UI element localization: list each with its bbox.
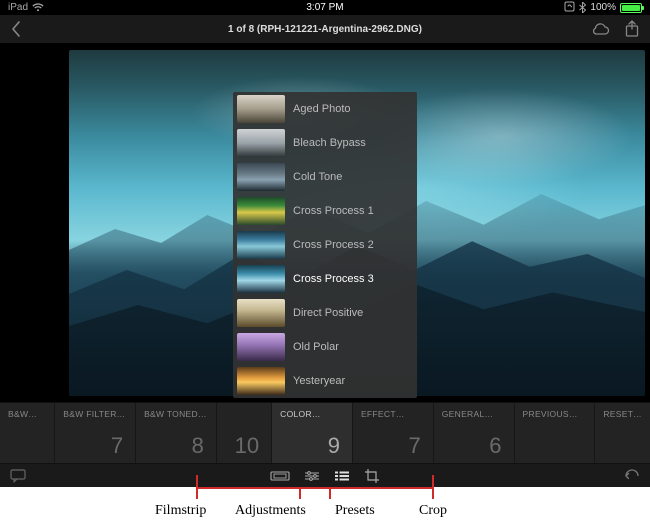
app-header: 1 of 8 (RPH-121221-Argentina-2962.DNG) (0, 15, 650, 43)
filmstrip-icon[interactable] (270, 470, 290, 482)
preset-item[interactable]: Cross Process 1 (233, 194, 417, 228)
annotation-overlay: Filmstrip Adjustments Presets Crop (0, 487, 650, 529)
back-button[interactable] (10, 20, 22, 38)
preset-label: Cross Process 3 (293, 273, 374, 285)
preset-category-count: 8 (144, 433, 208, 459)
preset-thumb (237, 299, 285, 327)
preset-label: Bleach Bypass (293, 137, 366, 149)
preset-thumb (237, 333, 285, 361)
preset-thumb (237, 265, 285, 293)
preset-category[interactable]: B&W… (0, 403, 55, 463)
wifi-icon (32, 3, 44, 12)
bluetooth-icon (579, 2, 586, 13)
annotation-bracket (196, 487, 432, 489)
preset-category[interactable]: RESET… (595, 403, 650, 463)
preset-category-name: PREVIOUS… (523, 409, 587, 419)
preset-thumb (237, 231, 285, 259)
preset-category-count: 7 (63, 433, 127, 459)
preset-item[interactable]: Cross Process 2 (233, 228, 417, 262)
annotation-tick (196, 475, 198, 499)
battery-pct: 100% (590, 2, 616, 13)
page-title: 1 of 8 (RPH-121221-Argentina-2962.DNG) (228, 24, 422, 35)
preset-category-name: RESET… (603, 409, 642, 419)
preset-thumb (237, 197, 285, 225)
preset-thumb (237, 95, 285, 123)
app-frame: iPad 3:07 PM 100% 1 of 8 (RPH-121221-Arg… (0, 0, 650, 487)
preset-thumb (237, 163, 285, 191)
preset-category-bar: B&W… B&W FILTER… 7 B&W TONED… 8 10 COLOR… 9 EFFE… (0, 402, 650, 464)
preset-category[interactable]: 10 (217, 403, 272, 463)
preset-category[interactable]: GENERAL… 6 (434, 403, 515, 463)
preset-category-name: COLOR… (280, 409, 344, 419)
annotation-tick (299, 487, 301, 499)
annotation-label-adjustments: Adjustments (235, 503, 306, 519)
annotation-tick (329, 487, 331, 499)
clock: 3:07 PM (306, 2, 343, 13)
preset-category-count: 6 (442, 433, 506, 459)
preset-category-name: EFFECT… (361, 409, 425, 419)
crop-icon[interactable] (364, 469, 380, 483)
cloud-sync-icon[interactable] (590, 22, 610, 36)
device-label: iPad (8, 2, 28, 13)
adjustments-icon[interactable] (304, 470, 320, 482)
preset-category-name: B&W… (8, 409, 46, 419)
preset-category-name: B&W TONED… (144, 409, 208, 419)
preset-category[interactable]: B&W FILTER… 7 (55, 403, 136, 463)
preset-category-count: 9 (280, 433, 344, 459)
orientation-lock-icon (564, 1, 575, 15)
annotation-label-presets: Presets (335, 503, 375, 519)
preset-item[interactable]: Old Polar (233, 330, 417, 364)
preset-category[interactable]: PREVIOUS… (515, 403, 596, 463)
preset-item[interactable]: Direct Positive (233, 296, 417, 330)
preset-item[interactable]: Aged Photo (233, 92, 417, 126)
preset-category[interactable]: B&W TONED… 8 (136, 403, 217, 463)
preset-thumb (237, 367, 285, 395)
battery-icon (620, 3, 642, 13)
preset-label: Yesteryear (293, 375, 345, 387)
preset-item[interactable]: Bleach Bypass (233, 126, 417, 160)
preset-label: Cross Process 1 (293, 205, 374, 217)
preset-item[interactable]: Yesteryear (233, 364, 417, 398)
share-button[interactable] (624, 20, 640, 38)
status-bar: iPad 3:07 PM 100% (0, 0, 650, 15)
preset-category[interactable]: COLOR… 9 (272, 403, 353, 463)
preset-category-count: 7 (361, 433, 425, 459)
preset-item[interactable]: Cold Tone (233, 160, 417, 194)
preset-category-name: B&W FILTER… (63, 409, 127, 419)
preset-panel: Aged Photo Bleach Bypass Cold Tone Cross Pr… (233, 92, 417, 398)
preset-thumb (237, 129, 285, 157)
preset-item[interactable]: Cross Process 3 (233, 262, 417, 296)
preset-label: Cold Tone (293, 171, 342, 183)
annotation-tick (432, 475, 434, 499)
presets-icon[interactable] (334, 470, 350, 482)
preset-label: Cross Process 2 (293, 239, 374, 251)
annotation-label-crop: Crop (419, 503, 447, 519)
undo-button[interactable] (622, 469, 640, 483)
bottom-toolbar (0, 464, 650, 487)
comment-icon[interactable] (10, 469, 26, 483)
preset-label: Old Polar (293, 341, 339, 353)
preset-label: Aged Photo (293, 103, 351, 115)
preset-category-name: GENERAL… (442, 409, 506, 419)
preset-category[interactable]: EFFECT… 7 (353, 403, 434, 463)
annotation-label-filmstrip: Filmstrip (155, 503, 206, 519)
preset-category-count: 10 (225, 433, 263, 459)
preset-label: Direct Positive (293, 307, 363, 319)
